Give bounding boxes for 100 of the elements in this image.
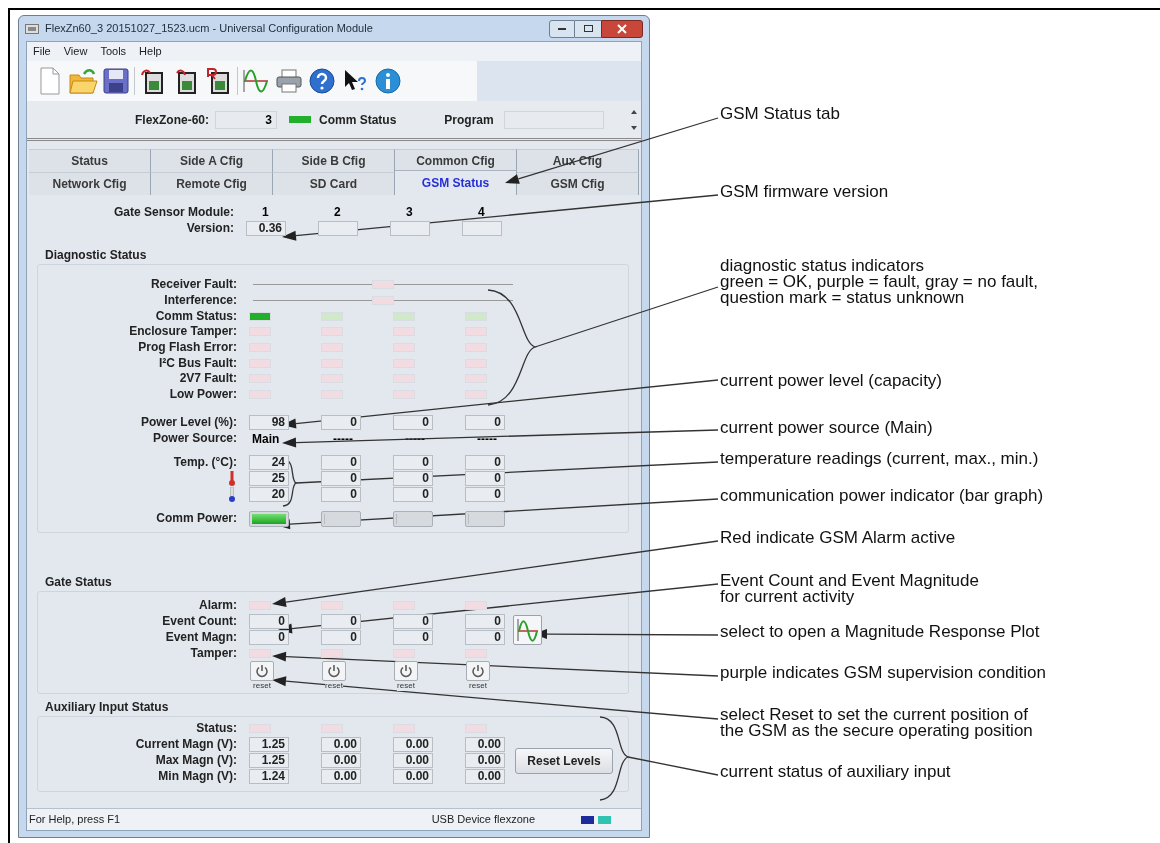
value-field: 0 <box>321 487 361 502</box>
close-button[interactable] <box>601 19 643 38</box>
annotation-text: purple indicates GSM supervision condition <box>720 665 1046 681</box>
wave-icon <box>516 617 539 642</box>
section-title: Gate Status <box>45 573 113 591</box>
status-text: For Help, press F1 <box>29 812 121 828</box>
menu-item[interactable]: View <box>63 43 88 60</box>
connection-text: USB Device flexzone <box>431 812 535 828</box>
field-label: Max Magn (V): <box>155 753 237 768</box>
field-label: Low Power: <box>169 387 237 403</box>
tab[interactable]: SD Card <box>273 172 395 195</box>
thermometer-hot-icon <box>229 471 235 486</box>
minimize-button[interactable] <box>549 19 575 38</box>
column-header: 2 <box>333 204 341 221</box>
value-field: 0.36 <box>246 220 286 236</box>
value-field: 0 <box>465 487 505 502</box>
menu-item[interactable]: Help <box>139 43 162 60</box>
tab[interactable]: GSM Status <box>395 170 517 195</box>
tab[interactable]: Common Cfig <box>395 149 517 172</box>
plot-button[interactable] <box>513 614 542 645</box>
field-label: Tamper: <box>190 645 237 661</box>
field-label: Status: <box>196 721 237 736</box>
field-label: Min Magn (V): <box>158 769 237 784</box>
value-field: 98 <box>249 415 289 430</box>
reset-label: reset <box>469 680 487 691</box>
column-header: 3 <box>405 204 413 221</box>
program-label: Program <box>444 111 494 129</box>
annotation-text: select Reset to set the current position of the GSM as the secure operating position <box>720 707 1033 739</box>
column-header: 4 <box>477 204 485 221</box>
annotation-text: Red indicate GSM Alarm active <box>720 530 956 546</box>
value-field: 1.25 <box>249 753 289 768</box>
value-field: 0 <box>321 614 361 629</box>
annotation-text: current status of auxiliary input <box>720 764 951 780</box>
value-field: 0 <box>393 487 433 502</box>
value-field: 0 <box>393 455 433 470</box>
field-label: Version: <box>186 220 234 236</box>
printer-icon[interactable] <box>274 66 304 96</box>
value-field: 0.00 <box>321 737 361 752</box>
value-field: 20 <box>249 487 289 502</box>
annotation-text: select to open a Magnitude Response Plot <box>720 624 1040 640</box>
close-icon <box>617 23 627 34</box>
help-icon[interactable] <box>307 66 337 96</box>
annotation-text: temperature readings (current, max., min.) <box>720 451 1039 467</box>
value-field: 0 <box>465 471 505 486</box>
reset-button[interactable] <box>250 660 274 681</box>
value-field: 0 <box>465 614 505 629</box>
value-field: 0 <box>321 471 361 486</box>
reset-button[interactable] <box>466 660 490 681</box>
field-label: FlexZone-60: <box>135 111 209 129</box>
reset-label: reset <box>397 680 415 691</box>
window-title: FlexZn60_3 20151027_1523.ucm - Universal Configuration Module <box>45 21 373 37</box>
value-field: 25 <box>249 471 289 486</box>
field-label: Enclosure Tamper: <box>129 324 237 340</box>
app-icon <box>25 23 39 34</box>
tab[interactable]: Aux Cfig <box>517 149 639 172</box>
tab[interactable]: Remote Cfig <box>151 172 273 195</box>
value-field: 0 <box>465 455 505 470</box>
value-field: 0 <box>393 614 433 629</box>
annotation-text: current power level (capacity) <box>720 373 943 389</box>
power-icon <box>471 663 485 678</box>
field-label: Event Count: <box>162 614 237 629</box>
scroll-down-icon[interactable] <box>630 123 638 132</box>
annotation-text: diagnostic status indicators green = OK, purple = fault, gray = no fault, question mark = status unknown <box>720 258 1038 306</box>
value-field: 1.25 <box>249 737 289 752</box>
field-label: Interference: <box>164 293 237 309</box>
tab[interactable]: Status <box>29 149 151 172</box>
power-source-value: ----- <box>332 430 353 448</box>
value-field: 0 <box>465 630 505 645</box>
reset-button[interactable] <box>322 660 346 681</box>
tab[interactable]: Side B Cfig <box>273 149 395 172</box>
field-label: Comm Status: <box>155 308 237 324</box>
value-field: 0.00 <box>465 737 505 752</box>
tab[interactable]: GSM Cfig <box>517 172 639 195</box>
value-field <box>390 220 430 236</box>
value-field: 0.00 <box>393 753 433 768</box>
status-light-icon <box>581 815 594 824</box>
field-label: 2V7 Fault: <box>179 371 237 387</box>
annotation-text: current power source (Main) <box>720 420 933 436</box>
annotation-text: GSM firmware version <box>720 184 889 200</box>
value-field: 0 <box>393 415 433 430</box>
annotation-text: Event Count and Event Magnitude for current activity <box>720 573 979 605</box>
column-header: 1 <box>261 204 269 221</box>
tab[interactable]: Side A Cfig <box>151 149 273 172</box>
info-icon[interactable] <box>373 66 403 96</box>
comm-status-label: Comm Status <box>319 111 397 129</box>
value-field: 0 <box>393 630 433 645</box>
menu-item[interactable]: File <box>33 43 51 60</box>
maximize-button[interactable] <box>575 19 601 38</box>
field-label: Power Level (%): <box>140 415 237 430</box>
value-field: 0 <box>249 630 289 645</box>
section-title: Auxiliary Input Status <box>45 698 170 716</box>
field-label: Temp. (°C): <box>173 455 237 470</box>
value-field: 0.00 <box>465 753 505 768</box>
power-icon <box>399 663 413 678</box>
section-title: Diagnostic Status <box>45 247 148 264</box>
menu-item[interactable]: Tools <box>100 43 127 60</box>
reset-button[interactable] <box>394 660 418 681</box>
tab[interactable]: Network Cfig <box>29 172 151 195</box>
reset-levels-button[interactable]: Reset Levels <box>515 747 613 774</box>
value-field: 0 <box>321 415 361 430</box>
